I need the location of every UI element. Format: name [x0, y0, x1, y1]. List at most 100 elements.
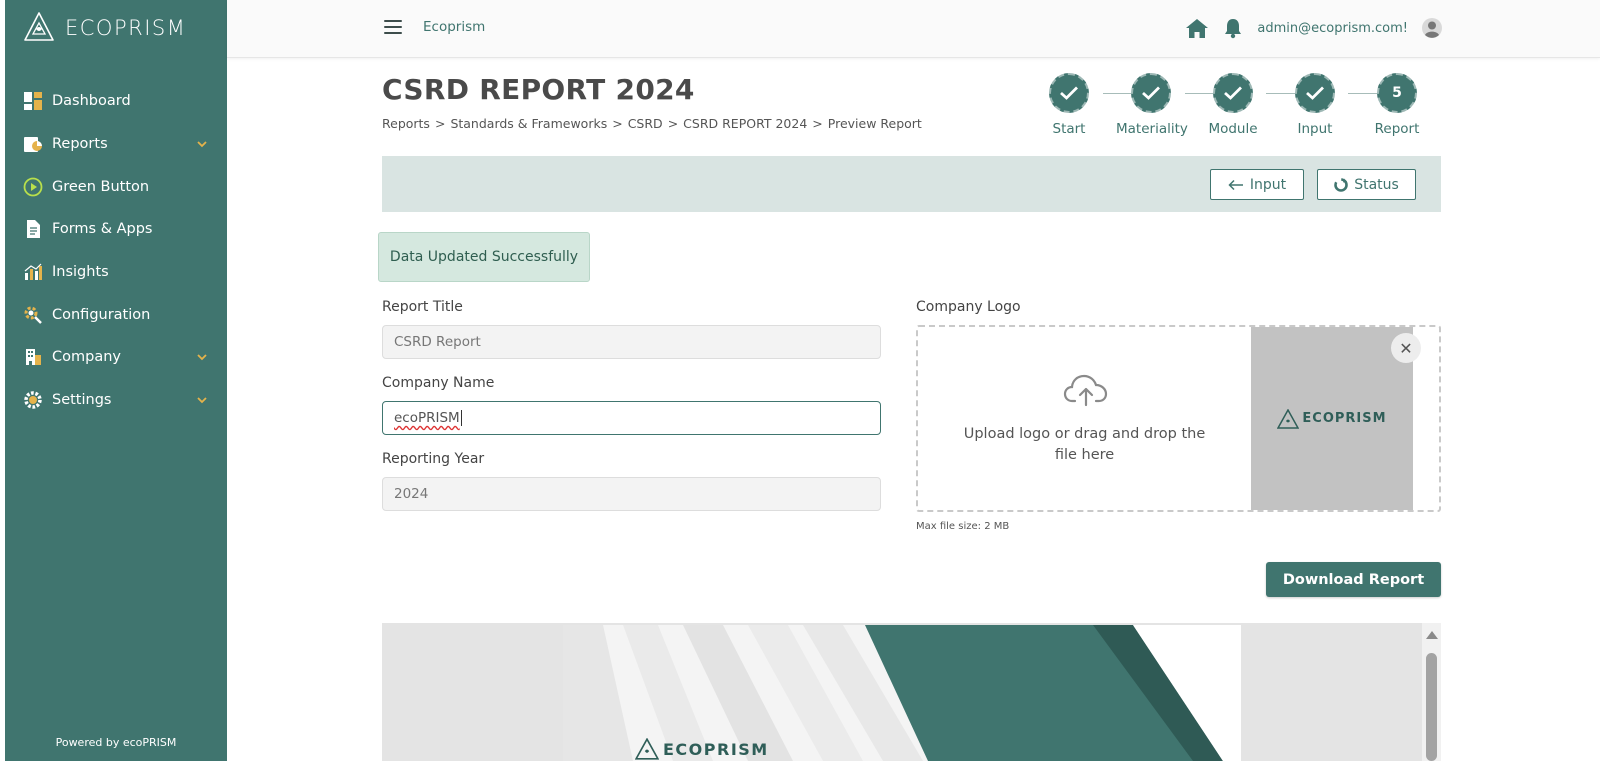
dashboard-icon — [23, 91, 43, 111]
step-label: Materiality — [1116, 121, 1188, 137]
top-bar: Ecoprism admin@ecoprism.com! — [227, 0, 1600, 58]
chevron-down-icon[interactable] — [196, 394, 208, 406]
upload-area[interactable]: Upload logo or drag and drop the file he… — [918, 327, 1251, 510]
sidebar: ECOPRISM Dashboard Reports Green Button — [5, 0, 227, 761]
breadcrumb-separator: > — [667, 116, 679, 131]
breadcrumb-item: Preview Report — [827, 116, 922, 131]
close-icon[interactable]: ✕ — [1391, 333, 1421, 363]
user-email[interactable]: admin@ecoprism.com! — [1257, 21, 1408, 36]
company-name-label: Company Name — [382, 375, 495, 391]
report-page: ECOPRISM — [563, 625, 1241, 761]
check-icon — [1049, 73, 1089, 113]
action-bar: Input Status — [382, 156, 1441, 212]
preview-scrollbar[interactable] — [1422, 623, 1441, 761]
logo-dropzone[interactable]: Upload logo or drag and drop the file he… — [916, 325, 1441, 512]
scroll-up-icon[interactable] — [1426, 631, 1438, 639]
text-caret — [460, 410, 462, 426]
step-label: Report — [1374, 121, 1420, 137]
report-title-value: CSRD Report — [394, 334, 481, 350]
upload-instructions: Upload logo or drag and drop the file he… — [963, 426, 1206, 463]
play-circle-icon — [23, 177, 43, 197]
sidebar-item-label: Dashboard — [52, 93, 131, 110]
button-label: Input — [1249, 176, 1287, 193]
report-preview[interactable]: ECOPRISM — [382, 623, 1422, 761]
success-toast: Data Updated Successfully — [378, 232, 590, 282]
report-title-label: Report Title — [382, 299, 463, 315]
breadcrumb: Reports > Standards & Frameworks > CSRD > C… — [382, 116, 922, 131]
bar-chart-icon — [23, 262, 43, 282]
back-to-input-button[interactable]: Input — [1210, 169, 1304, 200]
bell-icon[interactable] — [1221, 16, 1245, 40]
step-start[interactable]: Start — [1034, 73, 1104, 137]
sidebar-item-label: Reports — [52, 136, 108, 153]
logo-preview: ECOPRISM — [1251, 327, 1413, 510]
breadcrumb-item[interactable]: CSRD REPORT 2024 — [683, 116, 807, 131]
sidebar-item-settings[interactable]: Settings — [5, 379, 227, 422]
ecoprism-logo-icon — [1277, 408, 1300, 429]
sidebar-item-configuration[interactable]: Configuration — [5, 293, 227, 336]
ecoprism-logo-icon — [635, 738, 659, 760]
cloud-upload-icon — [1063, 374, 1108, 407]
cover-logo: ECOPRISM — [635, 738, 769, 760]
chevron-down-icon[interactable] — [196, 351, 208, 363]
sidebar-item-insights[interactable]: Insights — [5, 251, 227, 294]
sidebar-item-label: Insights — [52, 264, 109, 281]
brand-name: ECOPRISM — [65, 16, 187, 40]
preview-logo-text: ECOPRISM — [1302, 411, 1387, 426]
download-report-button[interactable]: Download Report — [1266, 562, 1441, 597]
button-label: Status — [1354, 176, 1399, 193]
sidebar-item-label: Company — [52, 349, 121, 366]
check-icon — [1213, 73, 1253, 113]
gear-search-icon — [23, 305, 43, 325]
step-report[interactable]: 5 Report — [1362, 73, 1432, 137]
arrow-left-icon — [1228, 179, 1243, 190]
sidebar-item-forms-apps[interactable]: Forms & Apps — [5, 208, 227, 251]
company-name-value: ecoPRISM — [394, 410, 460, 426]
sidebar-item-reports[interactable]: Reports — [5, 123, 227, 166]
sidebar-item-dashboard[interactable]: Dashboard — [5, 80, 227, 123]
chevron-down-icon[interactable] — [196, 138, 208, 150]
step-label: Input — [1297, 121, 1333, 137]
breadcrumb-item[interactable]: CSRD — [628, 116, 663, 131]
status-button[interactable]: Status — [1317, 169, 1416, 200]
sidebar-nav: Dashboard Reports Green Button Forms & A… — [5, 80, 227, 422]
sidebar-item-label: Green Button — [52, 178, 150, 195]
document-icon — [23, 219, 43, 239]
step-input[interactable]: Input — [1280, 73, 1350, 137]
sidebar-item-green-button[interactable]: Green Button — [5, 165, 227, 208]
header-actions: admin@ecoprism.com! — [1185, 16, 1444, 40]
breadcrumb-separator: > — [612, 116, 623, 131]
scroll-thumb[interactable] — [1426, 653, 1437, 761]
page-title: CSRD REPORT 2024 — [382, 73, 695, 106]
check-icon — [1295, 73, 1335, 113]
sidebar-item-label: Configuration — [52, 306, 151, 323]
sidebar-item-company[interactable]: Company — [5, 336, 227, 379]
settings-icon — [23, 390, 43, 410]
company-logo-label: Company Logo — [916, 299, 1021, 315]
breadcrumb-item[interactable]: Standards & Frameworks — [450, 116, 607, 131]
reports-icon — [23, 134, 43, 154]
sidebar-item-label: Settings — [52, 392, 112, 409]
check-icon — [1131, 73, 1171, 113]
company-name-input[interactable]: ecoPRISM — [382, 401, 881, 435]
reporting-year-input[interactable]: 2024 — [382, 477, 881, 511]
step-label: Start — [1052, 121, 1086, 137]
home-icon[interactable] — [1185, 16, 1209, 40]
menu-icon[interactable] — [384, 20, 402, 36]
report-title-input[interactable]: CSRD Report — [382, 325, 881, 359]
breadcrumb-item[interactable]: Reports — [382, 116, 430, 131]
recycle-triangle-icon — [24, 12, 54, 41]
avatar[interactable] — [1420, 16, 1444, 40]
reporting-year-label: Reporting Year — [382, 451, 485, 467]
breadcrumb-separator: > — [812, 116, 823, 131]
sidebar-item-label: Forms & Apps — [52, 221, 153, 238]
breadcrumb-separator: > — [434, 116, 446, 131]
refresh-icon — [1334, 177, 1348, 192]
step-module[interactable]: Module — [1198, 73, 1268, 137]
step-label: Module — [1208, 121, 1258, 137]
step-number: 5 — [1377, 73, 1417, 113]
brand-logo[interactable]: ECOPRISM — [21, 10, 186, 46]
powered-by: Powered by ecoPRISM — [55, 736, 177, 749]
progress-stepper: Start Materiality Module Input 5 Report — [1048, 73, 1428, 143]
step-materiality[interactable]: Materiality — [1116, 73, 1188, 137]
